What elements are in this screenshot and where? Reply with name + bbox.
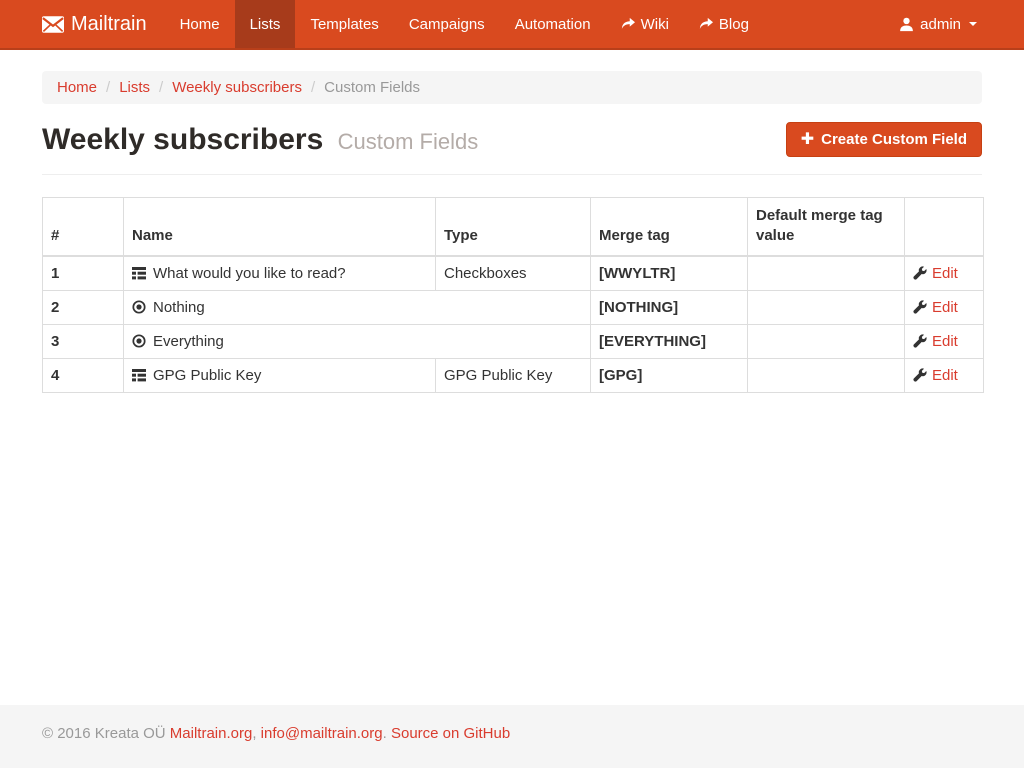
table-row: 4 GPG Public Key [43,358,984,392]
copyright-text: © 2016 Kreata OÜ [42,725,170,742]
breadcrumb-separator: / [150,79,172,96]
default-merge-tag-value [748,256,905,291]
breadcrumb-item-custom-fields: Custom Fields [324,79,420,96]
default-merge-tag-value [748,324,905,358]
share-icon [699,17,713,31]
row-number: 1 [43,256,124,291]
chevron-down-icon [969,22,977,26]
brand-label: Mailtrain [71,13,147,36]
page-title: Weekly subscribers Custom Fields [42,123,478,157]
breadcrumb-separator: / [302,79,324,96]
edit-link[interactable]: Edit [932,367,958,384]
brand-link[interactable]: Mailtrain [42,0,165,48]
nav-label: Automation [515,16,591,33]
record-icon [132,300,146,314]
create-custom-field-label: Create Custom Field [821,131,967,148]
column-header-default-merge-tag-value: Default merge tag value [748,198,905,256]
field-name: GPG Public Key [153,367,261,384]
footer-separator: . [383,725,391,742]
field-type: Checkboxes [436,256,591,291]
nav-item-home[interactable]: Home [165,0,235,48]
default-merge-tag-value [748,290,905,324]
nav-item-wiki[interactable]: Wiki [606,0,684,48]
nav-item-blog[interactable]: Blog [684,0,764,48]
breadcrumb-item-lists[interactable]: Lists [119,79,150,96]
wrench-icon [913,368,927,382]
edit-link[interactable]: Edit [932,299,958,316]
breadcrumb-item-home[interactable]: Home [57,79,97,96]
list-icon [132,368,146,382]
column-header-name: Name [124,198,436,256]
nav-item-automation[interactable]: Automation [500,0,606,48]
table-row: 2 Nothing [NOTHING] [43,290,984,324]
edit-link[interactable]: Edit [932,265,958,282]
field-name: Everything [153,333,224,350]
share-icon [621,17,635,31]
title-divider [42,174,982,175]
footer-link-mailtrain-org[interactable]: Mailtrain.org [170,725,253,742]
wrench-icon [913,266,927,280]
top-navbar: Mailtrain Home Lists Templates Campaigns… [0,0,1024,50]
plus-icon: ✚ [801,132,814,148]
page-footer: © 2016 Kreata OÜ Mailtrain.org, info@mai… [0,705,1024,768]
breadcrumb: Home / Lists / Weekly subscribers / Cust… [42,71,982,104]
footer-link-source-github[interactable]: Source on GitHub [391,725,510,742]
column-header-actions [905,198,984,256]
edit-link[interactable]: Edit [932,333,958,350]
merge-tag: [WWYLTR] [591,256,748,291]
column-header-merge-tag: Merge tag [591,198,748,256]
user-icon [899,17,914,32]
user-menu-dropdown[interactable]: admin [894,0,982,48]
column-header-type: Type [436,198,591,256]
custom-fields-table: # Name Type Merge tag Default merge tag … [42,197,984,393]
envelope-icon [42,16,64,33]
row-number: 2 [43,290,124,324]
record-icon [132,334,146,348]
table-row: 1 What would you like to read? [43,256,984,291]
nav-label: Wiki [641,16,669,33]
nav-label: Templates [310,16,378,33]
wrench-icon [913,334,927,348]
wrench-icon [913,300,927,314]
nav-item-templates[interactable]: Templates [295,0,393,48]
nav-item-campaigns[interactable]: Campaigns [394,0,500,48]
field-name: Nothing [153,299,205,316]
nav-item-lists[interactable]: Lists [235,0,296,48]
page-subtitle: Custom Fields [338,129,479,154]
field-type: GPG Public Key [436,358,591,392]
breadcrumb-item-weekly-subscribers[interactable]: Weekly subscribers [172,79,302,96]
footer-link-email[interactable]: info@mailtrain.org [261,725,383,742]
main-nav: Home Lists Templates Campaigns Automatio… [165,0,764,48]
nav-label: Lists [250,16,281,33]
create-custom-field-button[interactable]: ✚ Create Custom Field [786,122,982,157]
table-row: 3 Everything [EVERYTHING] [43,324,984,358]
table-header-row: # Name Type Merge tag Default merge tag … [43,198,984,256]
row-number: 4 [43,358,124,392]
nav-label: Blog [719,16,749,33]
breadcrumb-separator: / [97,79,119,96]
list-icon [132,266,146,280]
merge-tag: [GPG] [591,358,748,392]
field-name: What would you like to read? [153,265,346,282]
main-content: Home / Lists / Weekly subscribers / Cust… [0,50,1024,705]
column-header-number: # [43,198,124,256]
footer-separator: , [252,725,260,742]
row-number: 3 [43,324,124,358]
page-title-text: Weekly subscribers [42,123,323,156]
merge-tag: [NOTHING] [591,290,748,324]
merge-tag: [EVERYTHING] [591,324,748,358]
nav-label: Home [180,16,220,33]
default-merge-tag-value [748,358,905,392]
user-label: admin [920,16,961,33]
nav-label: Campaigns [409,16,485,33]
